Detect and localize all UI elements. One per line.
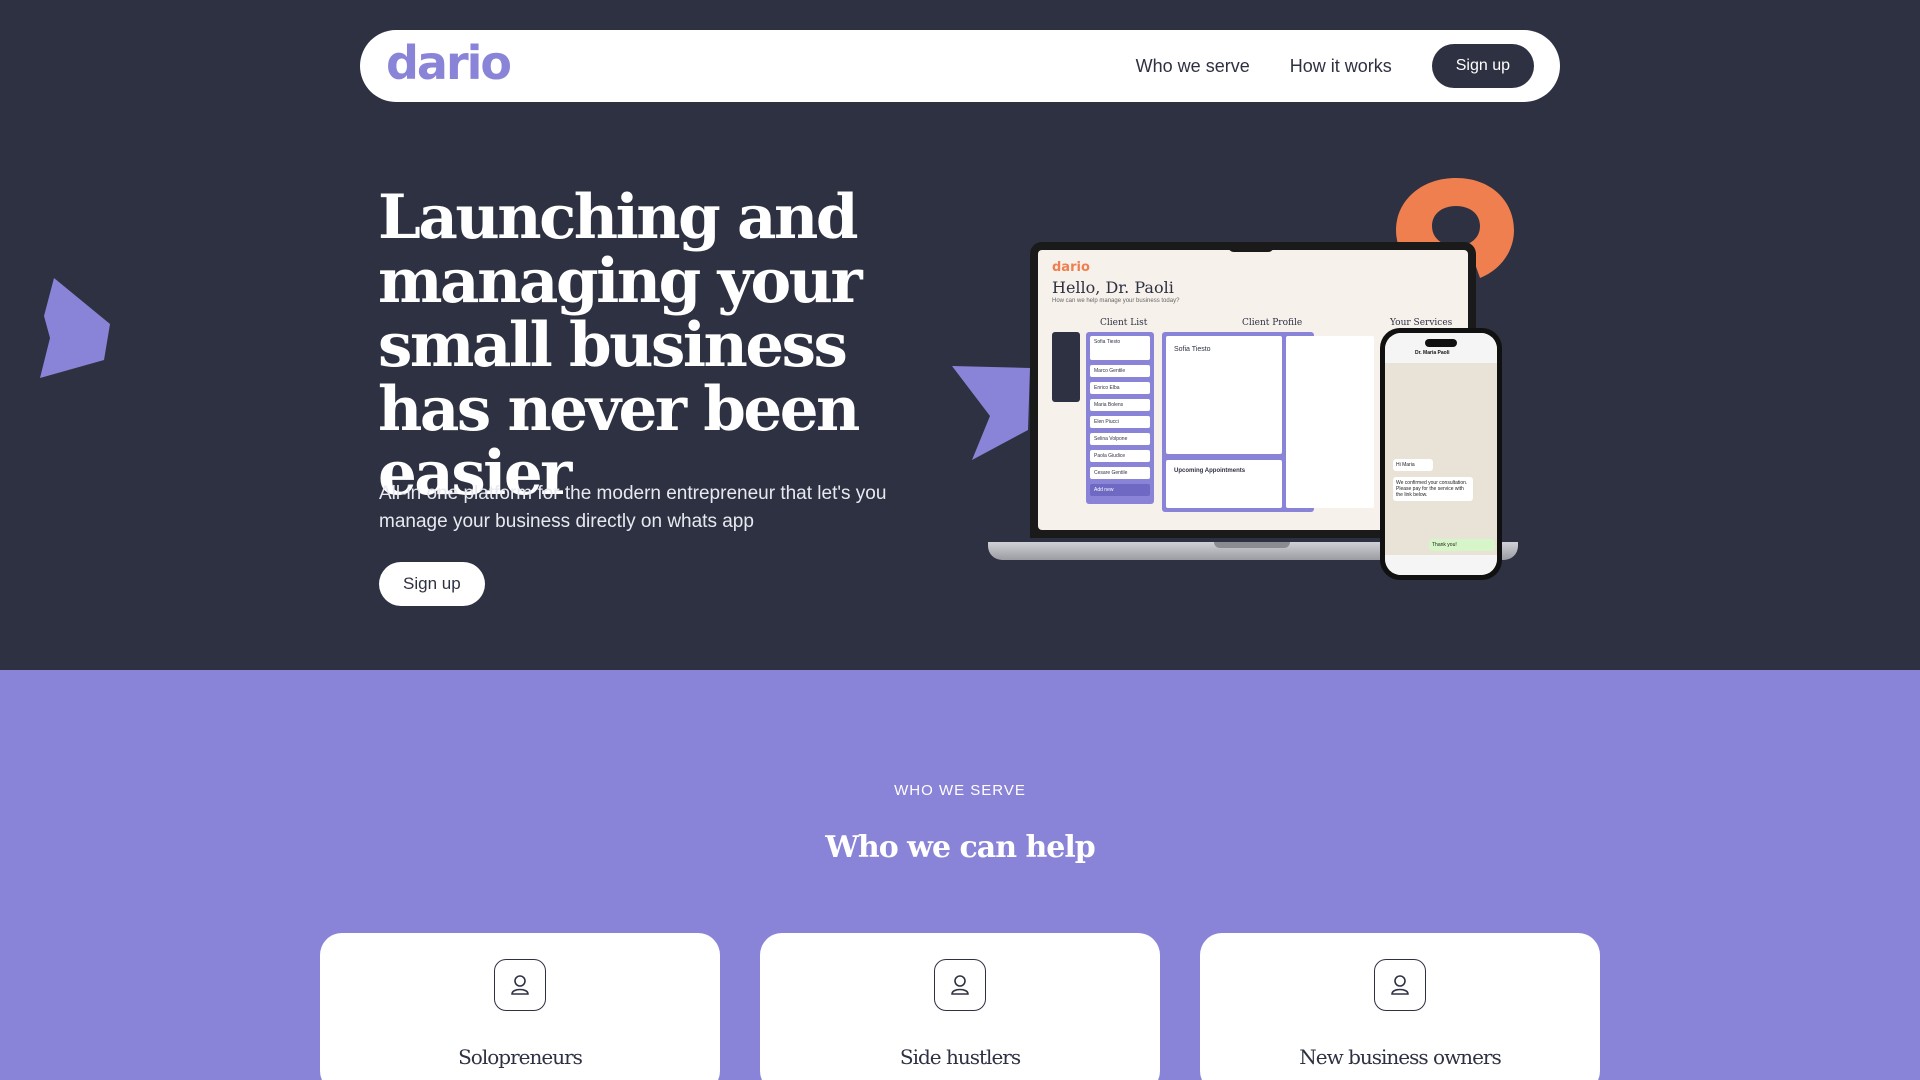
- mockup-column-profile: Client Profile: [1242, 318, 1303, 328]
- chat-bubble: Hi Maria: [1393, 459, 1433, 471]
- mockup-greeting: Hello, Dr. Paoli: [1052, 278, 1174, 297]
- add-new-button: Add new: [1090, 484, 1150, 496]
- phone-island: [1425, 339, 1457, 347]
- mockup-client-profile: Sofia Tiesto Upcoming Appointments: [1162, 332, 1374, 512]
- phone-screen: Dr. Maria Paoli Hi Maria We confirmed yo…: [1385, 333, 1497, 575]
- list-item: Maria Bolens: [1090, 399, 1150, 411]
- phone-contact-name: Dr. Maria Paoli: [1415, 350, 1450, 356]
- audience-card-solopreneurs: Solopreneurs: [320, 933, 720, 1080]
- nav-link-who-we-serve[interactable]: Who we serve: [1136, 56, 1250, 77]
- appointments-title: Upcoming Appointments: [1174, 468, 1246, 474]
- mockup-column-clients: Client List: [1100, 318, 1148, 328]
- profile-name: Sofia Tiesto: [1174, 346, 1211, 353]
- list-item: Marco Gentile: [1090, 365, 1150, 377]
- appointments-card: Upcoming Appointments: [1166, 460, 1282, 508]
- phone-mockup: Dr. Maria Paoli Hi Maria We confirmed yo…: [1380, 328, 1502, 580]
- chat-bubble: We confirmed your consultation. Please p…: [1393, 477, 1473, 501]
- nav-link-how-it-works[interactable]: How it works: [1290, 56, 1392, 77]
- mockup-question: How can we help manage your business tod…: [1052, 298, 1180, 304]
- decorative-purple-shape: [40, 278, 110, 378]
- section-eyebrow: WHO WE SERVE: [894, 782, 1026, 799]
- section-title: Who we can help: [825, 830, 1096, 865]
- mockup-logo: dario: [1052, 260, 1090, 275]
- decorative-purple-shape: [952, 366, 1030, 460]
- mockup-client-list: Sofia Tiesto Marco Gentile Enrico Elba M…: [1086, 332, 1154, 504]
- hero-title: Launching and managing your small busine…: [378, 182, 863, 509]
- chat-card: [1286, 336, 1374, 508]
- laptop-base-notch: [1214, 542, 1290, 548]
- laptop-notch: [1228, 242, 1274, 252]
- nav-signup-button[interactable]: Sign up: [1431, 44, 1534, 88]
- list-item: Elen Piucci: [1090, 416, 1150, 428]
- top-nav: dario Who we serve How it works Sign up: [360, 30, 1560, 102]
- user-icon: [1374, 959, 1426, 1011]
- chat-bubble: Thank you!: [1429, 539, 1495, 551]
- hero-signup-button[interactable]: Sign up: [379, 562, 485, 606]
- list-item: Selina Volpone: [1090, 433, 1150, 445]
- hero-subtitle: All-in one platform for the modern entre…: [379, 483, 887, 532]
- audience-card-new-business-owners: New business owners: [1200, 933, 1600, 1080]
- user-icon: [494, 959, 546, 1011]
- profile-card: Sofia Tiesto: [1166, 336, 1282, 454]
- phone-input-bar: [1385, 555, 1497, 575]
- who-we-serve-section: WHO WE SERVE Who we can help Solopreneur…: [0, 670, 1920, 1080]
- mockup-column-services: Your Services: [1390, 318, 1453, 328]
- user-icon: [934, 959, 986, 1011]
- mockup-sidebar: [1052, 332, 1080, 402]
- card-title: New business owners: [1299, 1045, 1501, 1069]
- nav-links: Who we serve How it works Sign up: [1136, 44, 1534, 88]
- list-item: Cesare Gentile: [1090, 467, 1150, 479]
- audience-card-side-hustlers: Side hustlers: [760, 933, 1160, 1080]
- phone-header: [1385, 333, 1497, 363]
- dario-logo[interactable]: dario: [386, 40, 512, 86]
- card-title: Side hustlers: [899, 1045, 1021, 1069]
- list-item: Sofia Tiesto: [1090, 336, 1150, 360]
- list-item: Enrico Elba: [1090, 382, 1150, 394]
- list-item: Paola Giudice: [1090, 450, 1150, 462]
- card-title: Solopreneurs: [458, 1045, 583, 1069]
